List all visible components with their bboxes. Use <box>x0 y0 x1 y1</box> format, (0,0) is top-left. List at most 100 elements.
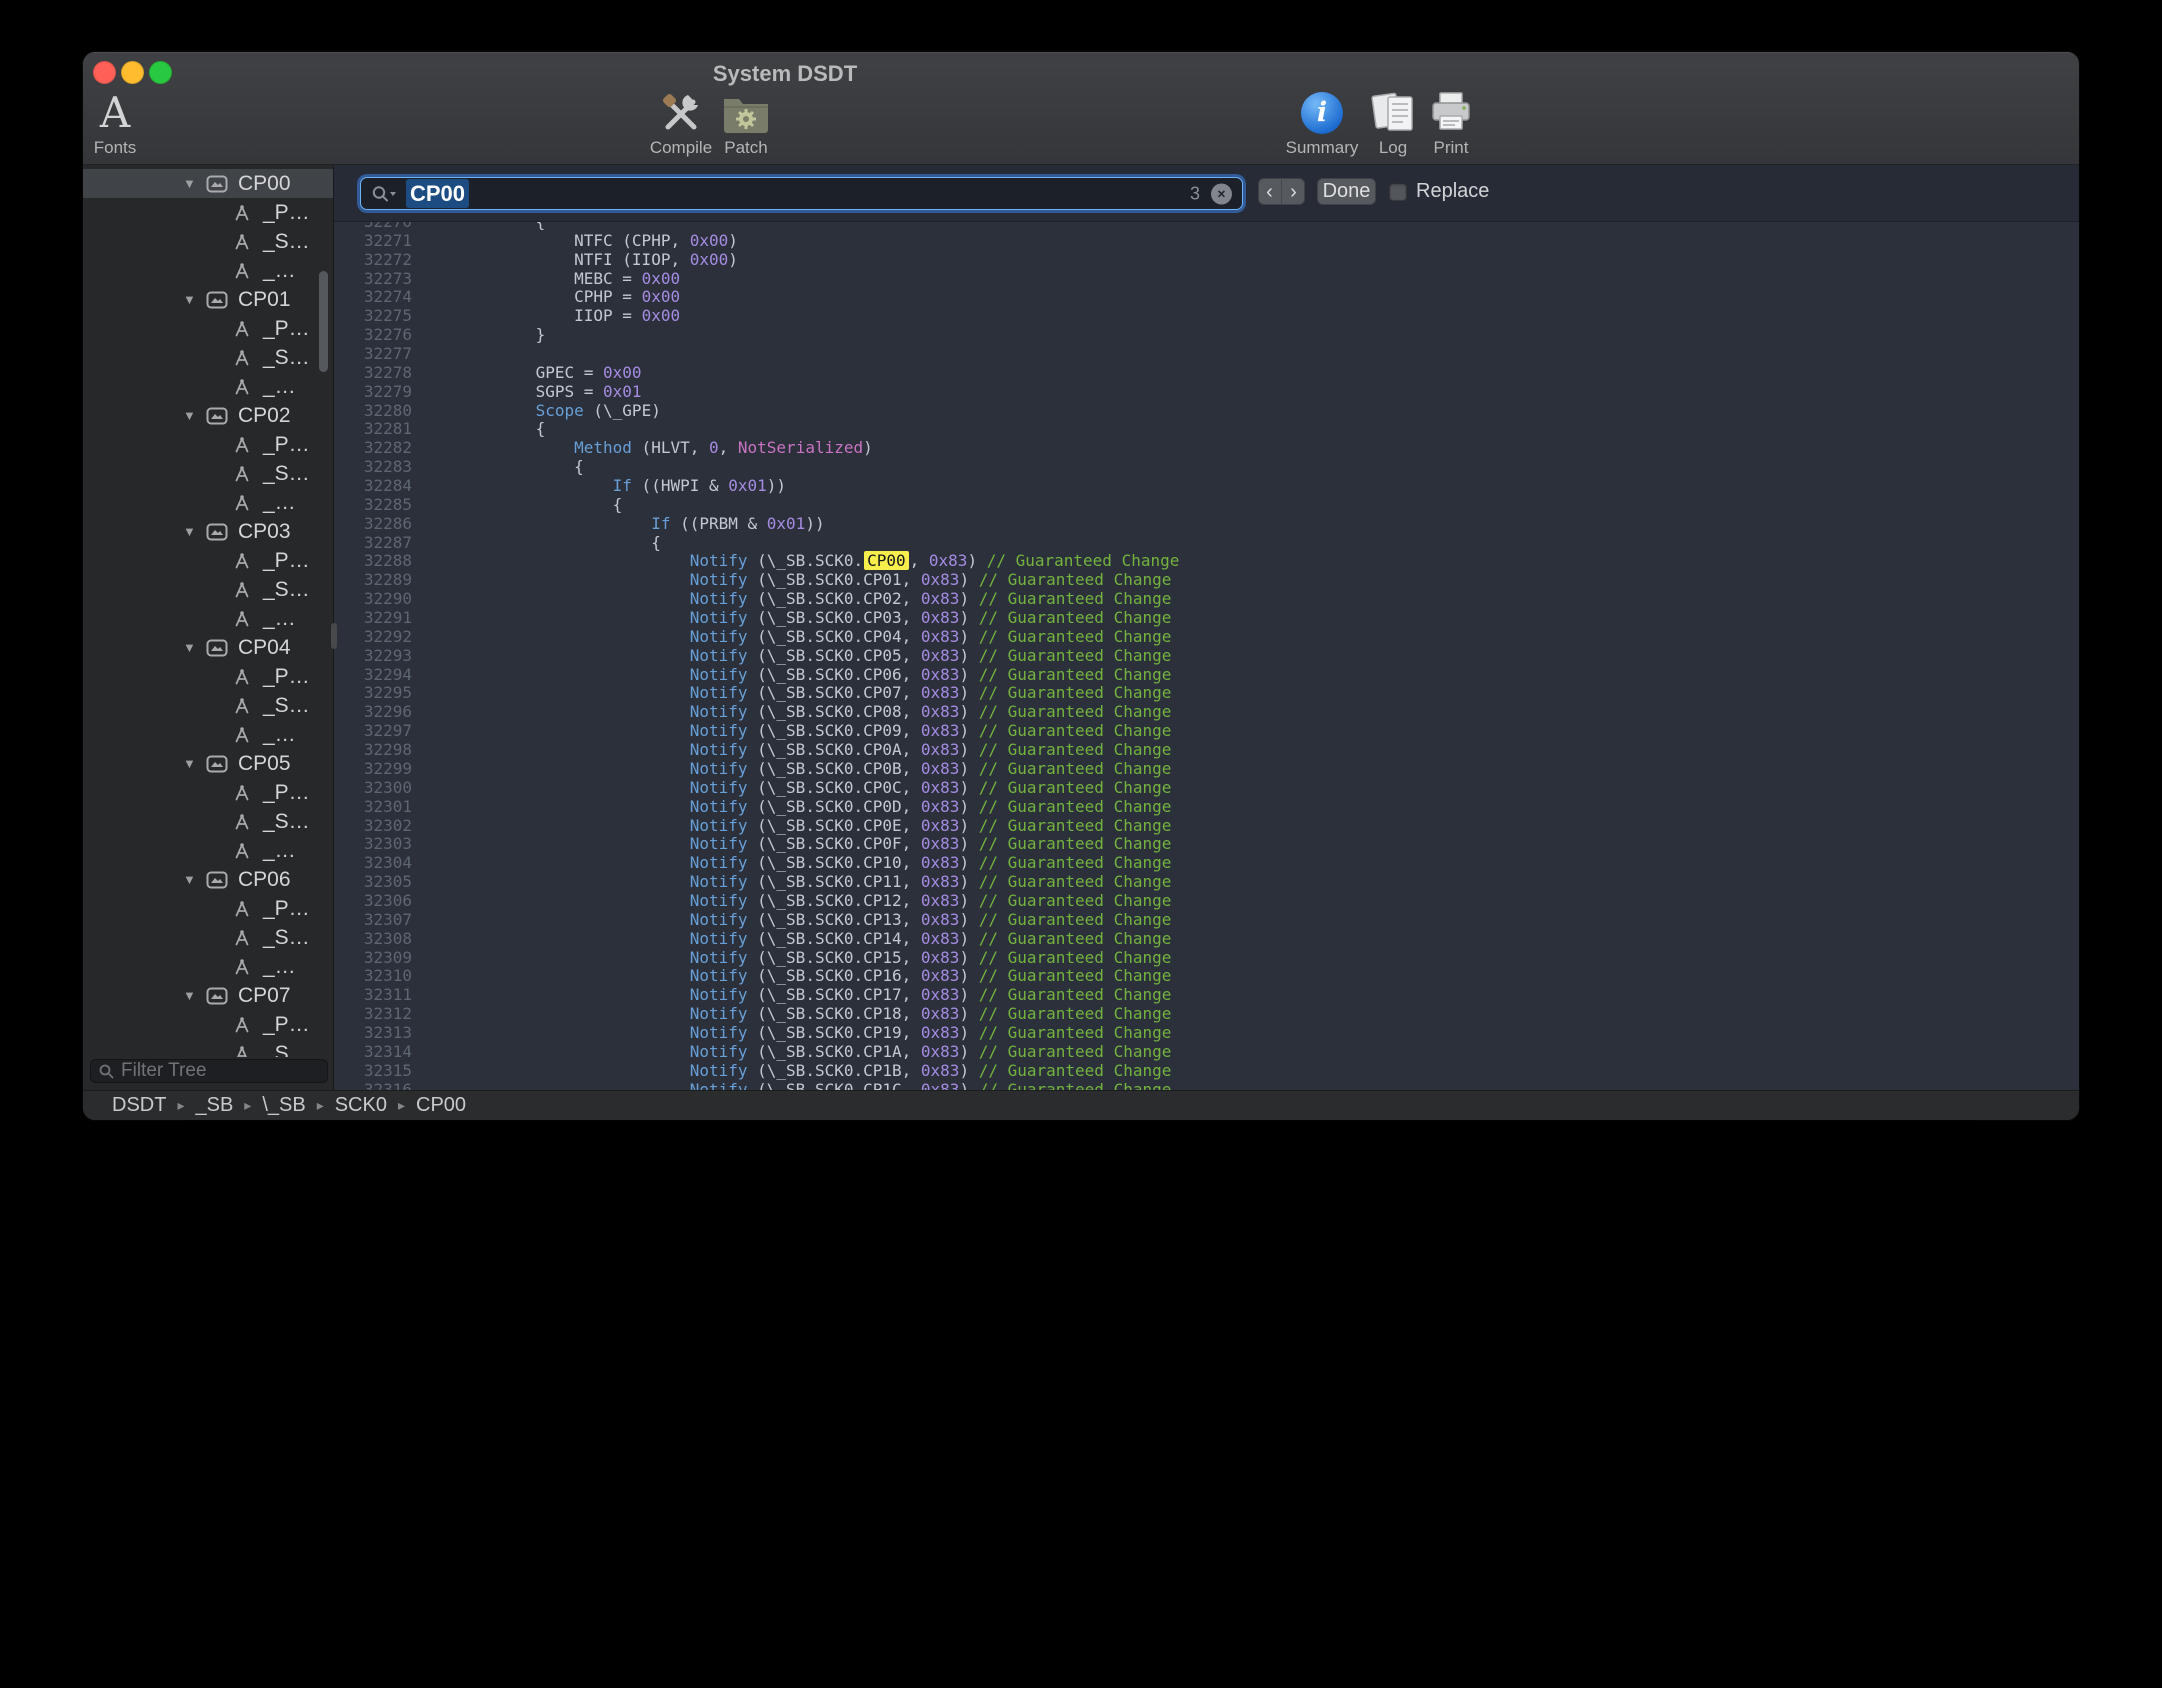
tree-item[interactable]: _S… <box>83 923 333 952</box>
toolbar-item-log[interactable]: Log <box>1363 90 1423 163</box>
line-number: 32275 <box>334 307 412 326</box>
breadcrumb-item[interactable]: _SB <box>195 1094 233 1117</box>
close-button[interactable] <box>93 61 116 84</box>
tree-item-cp02[interactable]: ▼CP02 <box>83 401 333 430</box>
tree-item[interactable]: _… <box>83 952 333 981</box>
toolbar-label: Fonts <box>94 138 137 158</box>
sidebar-scrollbar[interactable] <box>319 271 328 372</box>
line-number: 32292 <box>334 628 412 647</box>
tree-label: CP05 <box>238 752 291 776</box>
toolbar-item-fonts[interactable]: A Fonts <box>83 90 147 163</box>
line-number: 32285 <box>334 496 412 515</box>
tree-item-cp04[interactable]: ▼CP04 <box>83 633 333 662</box>
line-number: 32272 <box>334 251 412 270</box>
line-number: 32294 <box>334 666 412 685</box>
line-number: 32302 <box>334 817 412 836</box>
disclosure-triangle-icon[interactable]: ▼ <box>183 756 205 771</box>
method-icon <box>230 609 254 629</box>
disclosure-triangle-icon[interactable]: ▼ <box>183 408 205 423</box>
line-number: 32297 <box>334 722 412 741</box>
code-line: 32285 { <box>334 496 2079 515</box>
tree-item-cp05[interactable]: ▼ CP05 <box>83 749 333 778</box>
splitter-handle[interactable] <box>331 623 337 649</box>
tree-item[interactable]: _… <box>83 372 333 401</box>
method-icon <box>230 899 254 919</box>
search-icon[interactable] <box>371 185 397 203</box>
code-line: 32283 { <box>334 458 2079 477</box>
tree-item-cp06[interactable]: ▼CP06 <box>83 865 333 894</box>
breadcrumb-item[interactable]: \_SB <box>262 1094 305 1117</box>
breadcrumb-item[interactable]: SCK0 <box>335 1094 387 1117</box>
tree-item[interactable]: _… <box>83 720 333 749</box>
tree-item[interactable]: _P… <box>83 778 333 807</box>
tree-item-cp01[interactable]: ▼CP01 <box>83 285 333 314</box>
disclosure-triangle-icon[interactable]: ▼ <box>183 872 205 887</box>
search-match-highlight: CP00 <box>864 551 909 570</box>
line-number: 32273 <box>334 270 412 289</box>
breadcrumb-item[interactable]: DSDT <box>112 1094 166 1117</box>
tree-item[interactable]: _S… <box>83 459 333 488</box>
line-number: 32282 <box>334 439 412 458</box>
tree-label: _P… <box>263 549 310 573</box>
filter-area: Filter Tree <box>83 1057 333 1090</box>
code-line: 32280 Scope (\_GPE) <box>334 402 2079 421</box>
tree-item[interactable]: _… <box>83 604 333 633</box>
search-input[interactable]: CP00 3 × <box>360 177 1243 210</box>
tree-item[interactable]: _P… <box>83 198 333 227</box>
tree-label: _… <box>263 723 296 747</box>
code-line: 32293 Notify (\_SB.SCK0.CP05, 0x83) // G… <box>334 647 2079 666</box>
tree-item[interactable]: _S… <box>83 807 333 836</box>
tree-item[interactable]: _S… <box>83 343 333 372</box>
line-number: 32314 <box>334 1043 412 1062</box>
tree-label: _S… <box>263 578 310 602</box>
toolbar-item-patch[interactable]: Patch <box>706 90 786 163</box>
code-line: 32276 } <box>334 326 2079 345</box>
line-number: 32299 <box>334 760 412 779</box>
line-number: 32308 <box>334 930 412 949</box>
tree-item[interactable]: _P… <box>83 546 333 575</box>
breadcrumb-item[interactable]: CP00 <box>416 1094 466 1117</box>
disclosure-triangle-icon[interactable]: ▼ <box>183 524 205 539</box>
tree-item[interactable]: _P… <box>83 430 333 459</box>
tree-item[interactable]: _… <box>83 256 333 285</box>
tree-item[interactable]: _P… <box>83 662 333 691</box>
tree-item[interactable]: _P… <box>83 894 333 923</box>
tree-item[interactable]: _… <box>83 836 333 865</box>
line-number: 32312 <box>334 1005 412 1024</box>
replace-checkbox[interactable] <box>1389 183 1407 201</box>
clear-search-icon[interactable]: × <box>1211 183 1232 204</box>
toolbar-label: Summary <box>1286 138 1359 158</box>
tree-item[interactable]: _S… <box>83 691 333 720</box>
disclosure-triangle-icon[interactable]: ▼ <box>183 176 205 191</box>
method-icon <box>230 580 254 600</box>
sidebar-tree[interactable]: ▼CP00_P…_S…_…▼CP01_P…_S…_…▼CP02_P…_S…_…▼… <box>83 165 333 1057</box>
tree-item-cp03[interactable]: ▼CP03 <box>83 517 333 546</box>
tree-item[interactable]: _… <box>83 488 333 517</box>
done-button[interactable]: Done <box>1317 178 1376 205</box>
toolbar-item-print[interactable]: Print <box>1421 90 1481 163</box>
disclosure-triangle-icon[interactable]: ▼ <box>183 988 205 1003</box>
tree-label: _… <box>263 259 296 283</box>
disclosure-triangle-icon[interactable]: ▼ <box>183 292 205 307</box>
code-line: 32288 Notify (\_SB.SCK0.CP00, 0x83) // G… <box>334 552 2079 571</box>
disclosure-triangle-icon[interactable]: ▼ <box>183 640 205 655</box>
find-next-button[interactable]: › <box>1282 178 1305 205</box>
zoom-button[interactable] <box>149 61 172 84</box>
filter-tree-input[interactable]: Filter Tree <box>90 1059 328 1083</box>
code-line: 32292 Notify (\_SB.SCK0.CP04, 0x83) // G… <box>334 628 2079 647</box>
line-number: 32288 <box>334 552 412 571</box>
minimize-button[interactable] <box>121 61 144 84</box>
line-number: 32276 <box>334 326 412 345</box>
code-line: 32275 IIOP = 0x00 <box>334 307 2079 326</box>
tree-item-cp00[interactable]: ▼CP00 <box>83 169 333 198</box>
method-icon <box>230 667 254 687</box>
tree-item[interactable]: _S… <box>83 227 333 256</box>
toolbar-item-summary[interactable]: i Summary <box>1272 90 1372 163</box>
find-previous-button[interactable]: ‹ <box>1258 178 1281 205</box>
tree-item-cp07[interactable]: ▼CP07 <box>83 981 333 1010</box>
tree-item[interactable]: _P… <box>83 1010 333 1039</box>
tree-item[interactable]: _P… <box>83 314 333 343</box>
code-editor[interactable]: 32270 {32271 NTFC (CPHP, 0x00)32272 NTFI… <box>334 222 2079 1090</box>
tree-item[interactable]: _S… <box>83 1039 333 1057</box>
tree-item[interactable]: _S… <box>83 575 333 604</box>
